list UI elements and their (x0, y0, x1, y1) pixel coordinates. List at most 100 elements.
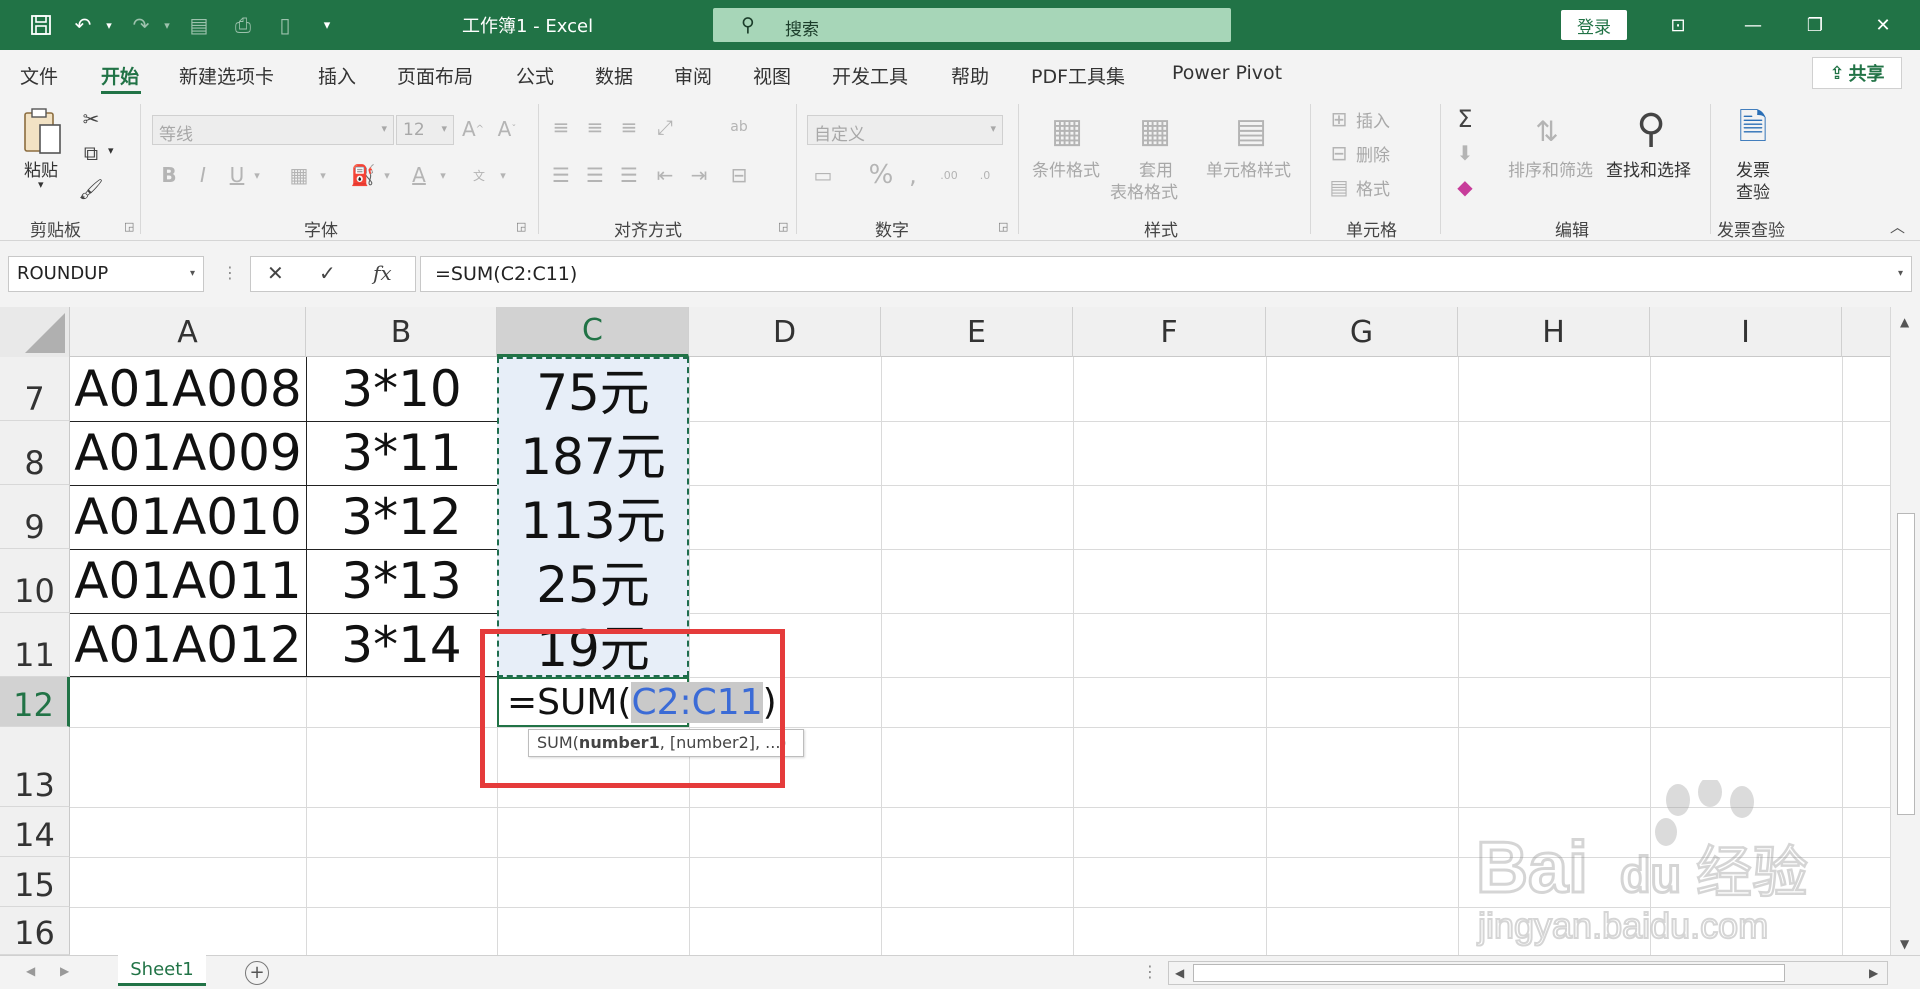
row-header-7[interactable]: 7 (0, 357, 70, 421)
column-header-a[interactable]: A (70, 307, 306, 357)
tab-power-pivot[interactable]: Power Pivot (1172, 62, 1282, 84)
column-header-f[interactable]: F (1073, 307, 1266, 357)
fill-color-icon[interactable]: ⛽ (350, 162, 376, 188)
phonetic-dropdown-icon[interactable]: ▾ (496, 162, 510, 188)
document-icon[interactable]: ▯ (272, 12, 298, 38)
cell-a8[interactable]: A01A009 (70, 421, 306, 485)
format-painter-icon[interactable]: 🖌 (78, 176, 104, 202)
format-cells-icon[interactable]: ▤ (1326, 174, 1352, 200)
comma-style-icon[interactable]: , (902, 161, 924, 189)
undo-dropdown-icon[interactable]: ▾ (96, 12, 122, 38)
font-name-select[interactable]: 等线 ▾ (152, 115, 394, 145)
select-all-corner[interactable] (0, 307, 70, 357)
next-sheet-icon[interactable]: ▶ (60, 964, 69, 978)
insert-function-icon[interactable]: fx (373, 261, 392, 285)
row-header-10[interactable]: 10 (0, 549, 70, 613)
insert-cells-label[interactable]: 插入 (1356, 107, 1390, 132)
font-size-select[interactable]: 12 ▾ (396, 115, 454, 145)
cancel-icon[interactable]: ✕ (267, 261, 284, 285)
login-button[interactable]: 登录 (1561, 10, 1627, 40)
align-right-icon[interactable]: ☰ (616, 162, 642, 188)
clipboard-launcher-icon[interactable]: ◲ (124, 220, 134, 233)
percent-icon[interactable]: % (868, 160, 894, 190)
paste-dropdown-icon[interactable]: ▾ (38, 178, 44, 191)
underline-icon[interactable]: U (226, 162, 248, 188)
copy-dropdown-icon[interactable]: ▾ (108, 144, 114, 157)
ribbon-display-icon[interactable]: ⊡ (1665, 12, 1691, 38)
scroll-down-icon[interactable]: ▼ (1900, 937, 1909, 951)
column-header-g[interactable]: G (1266, 307, 1458, 357)
tab-developer[interactable]: 开发工具 (832, 62, 908, 89)
insert-cells-icon[interactable]: ⊞ (1326, 106, 1352, 132)
tab-help[interactable]: 帮助 (951, 62, 989, 89)
tab-data[interactable]: 数据 (595, 62, 633, 89)
tab-page-layout[interactable]: 页面布局 (397, 62, 473, 89)
copy-icon[interactable]: ⧉ (78, 140, 104, 166)
cell-b7[interactable]: 3*10 (306, 357, 497, 421)
number-launcher-icon[interactable]: ◲ (998, 220, 1008, 233)
format-as-table-icon[interactable]: ▦ (1132, 108, 1178, 154)
cell-b8[interactable]: 3*11 (306, 421, 497, 485)
align-top-icon[interactable]: ≡ (548, 114, 574, 140)
sort-filter-label[interactable]: 排序和筛选 (1508, 156, 1593, 181)
cut-icon[interactable]: ✂ (78, 106, 104, 132)
find-select-icon[interactable]: ⚲ (1626, 104, 1676, 154)
align-left-icon[interactable]: ☰ (548, 162, 574, 188)
share-button[interactable]: ⇪ 共享 (1812, 57, 1902, 89)
row-header-9[interactable]: 9 (0, 485, 70, 549)
customize-qat-icon[interactable]: ▾ (314, 12, 340, 38)
expand-formula-icon[interactable]: ▾ (1898, 268, 1903, 279)
tab-file[interactable]: 文件 (20, 62, 58, 89)
bold-icon[interactable]: B (158, 162, 180, 188)
cell-b10[interactable]: 3*13 (306, 549, 497, 613)
underline-dropdown-icon[interactable]: ▾ (250, 162, 264, 188)
decrease-indent-icon[interactable]: ⇤ (652, 162, 678, 188)
tab-insert[interactable]: 插入 (318, 62, 356, 89)
form-icon[interactable]: ▤ (186, 12, 212, 38)
row-header-15[interactable]: 15 (0, 857, 70, 907)
scroll-left-icon[interactable]: ◀ (1175, 966, 1184, 980)
cell-a11[interactable]: A01A012 (70, 613, 306, 677)
orientation-icon[interactable]: ⤢ (652, 114, 678, 140)
cell-b9[interactable]: 3*12 (306, 485, 497, 549)
cell-c7[interactable]: 75元 (497, 357, 689, 422)
autosum-icon[interactable]: Σ (1452, 105, 1478, 133)
wrap-text-icon[interactable]: ab (726, 114, 752, 140)
delete-cells-label[interactable]: 删除 (1356, 141, 1390, 166)
border-icon[interactable]: ▦ (286, 162, 312, 188)
scroll-up-icon[interactable]: ▲ (1900, 315, 1909, 329)
fill-icon[interactable]: ⬇ (1452, 140, 1478, 166)
column-header-b[interactable]: B (306, 307, 497, 357)
format-cells-label[interactable]: 格式 (1356, 175, 1390, 200)
conditional-format-label[interactable]: 条件格式 (1032, 156, 1100, 181)
sort-filter-icon[interactable]: ⇅ (1524, 108, 1570, 154)
enter-icon[interactable]: ✓ (319, 261, 336, 285)
align-bottom-icon[interactable]: ≡ (616, 114, 642, 140)
column-header-h[interactable]: H (1458, 307, 1650, 357)
cell-c10[interactable]: 25元 (497, 549, 689, 614)
scroll-right-icon[interactable]: ▶ (1869, 966, 1878, 980)
cell-c8[interactable]: 187元 (497, 421, 689, 486)
horizontal-scrollbar[interactable]: ◀ ▶ (1168, 961, 1888, 985)
find-select-label[interactable]: 查找和选择 (1606, 156, 1691, 181)
tab-home[interactable]: 开始 (101, 62, 139, 89)
cell-a7[interactable]: A01A008 (70, 357, 306, 421)
add-sheet-button[interactable]: + (245, 961, 269, 985)
merge-center-icon[interactable]: ⊟ (726, 162, 752, 188)
restore-icon[interactable]: ❐ (1802, 12, 1828, 38)
phonetic-icon[interactable]: 文 (466, 162, 492, 188)
vertical-scrollbar[interactable]: ▲ ▼ (1890, 307, 1920, 955)
cell-styles-icon[interactable]: ▤ (1228, 108, 1274, 154)
border-dropdown-icon[interactable]: ▾ (316, 162, 330, 188)
paste-icon[interactable] (20, 106, 66, 158)
conditional-format-icon[interactable]: ▦ (1044, 108, 1090, 154)
font-launcher-icon[interactable]: ◲ (516, 220, 526, 233)
close-icon[interactable]: ✕ (1870, 12, 1896, 38)
cell-c9[interactable]: 113元 (497, 485, 689, 550)
column-header-e[interactable]: E (881, 307, 1073, 357)
increase-decimal-icon[interactable]: .00 (934, 162, 964, 188)
row-header-16[interactable]: 16 (0, 907, 70, 955)
font-color-dropdown-icon[interactable]: ▾ (436, 162, 450, 188)
column-header-c[interactable]: C (497, 307, 689, 357)
prev-sheet-icon[interactable]: ◀ (26, 964, 35, 978)
